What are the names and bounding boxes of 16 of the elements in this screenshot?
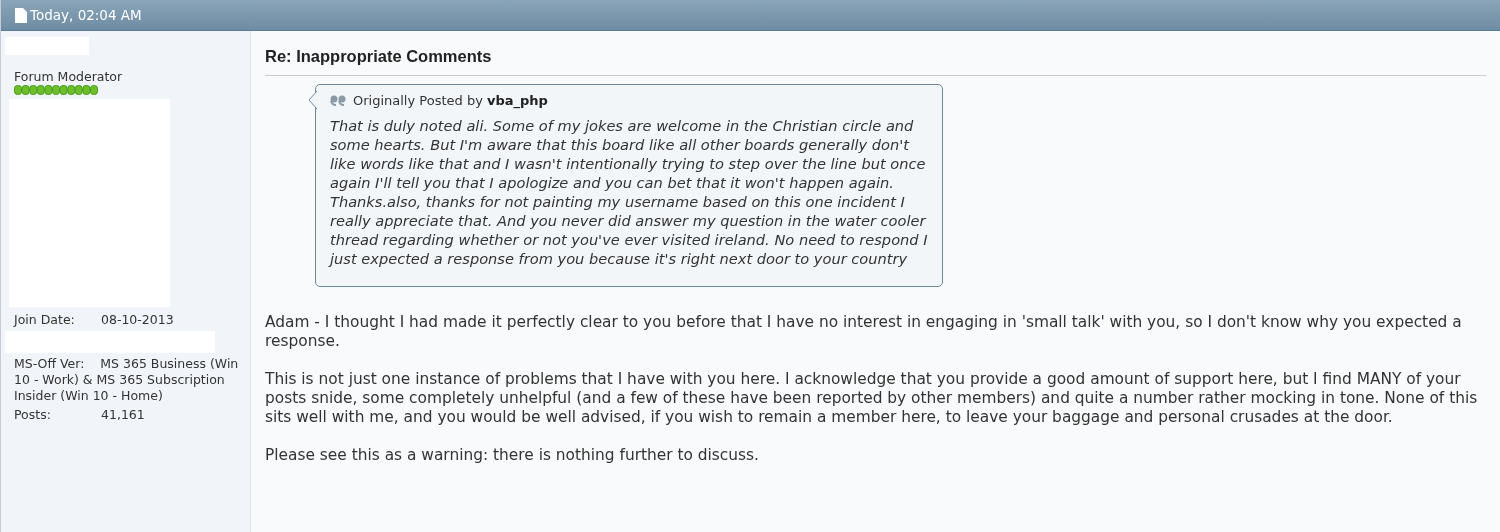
detail-value: 41,161 [101, 407, 145, 422]
post-date: Today, 02:04 AM [30, 5, 142, 25]
office-version-detail: MS-Off Ver: MS 365 Business (Win 10 - Work) & MS 365 Subscription Insider (Win 10 - Home) [14, 356, 239, 404]
detail-value: 08-10-2013 [101, 312, 174, 327]
quote-attribution: Originally Posted by vba_php [353, 91, 548, 111]
detail-label: Posts: [14, 407, 52, 423]
post-paragraph: Adam - I thought I had made it perfectly clear to you before that I have no interest in engaging in 'small talk' with you, so I don't know why you expected a response. [265, 313, 1463, 352]
quote-icon [330, 95, 347, 106]
detail-label: Join Date: [14, 312, 76, 328]
document-icon [15, 7, 27, 23]
post-paragraph: Please see this as a warning: there is nothing further to discuss. [265, 446, 760, 466]
quote-text: That is duly noted ali. Some of my jokes are welcome in the Christian circle and some hearts. But I'm aware that this board like all other boards generally don't like words like that and I wasn't intentionally trying to step over the line but once again I'll tell you that I apologize and you can bet that it won't happen again. Thanks.also, thanks for not painting my username based on this one incident I really appreciate that. And you never did answer my question in the water cooler thread regarding whether or not you've ever visited ireland. No need to respond I just expected a response from you because it's right next door to your country [330, 116, 929, 269]
post-paragraph: This is not just one instance of problems that I have with you here. I acknowledge that you provide a good amount of support here, but I find MANY of your posts snide, some completely unhelpful (and a few of these have been reported by other members) and quite a number rather mocking in tone. None of this sits well with me, and you would be well advised, if you wish to remain a member here, to leave your baggage and personal crusades at the door. [265, 370, 1479, 428]
user-title: Forum Moderator [14, 69, 124, 85]
reputation-icon [14, 85, 98, 95]
post-title: Re: Inappropriate Comments [265, 44, 1486, 76]
